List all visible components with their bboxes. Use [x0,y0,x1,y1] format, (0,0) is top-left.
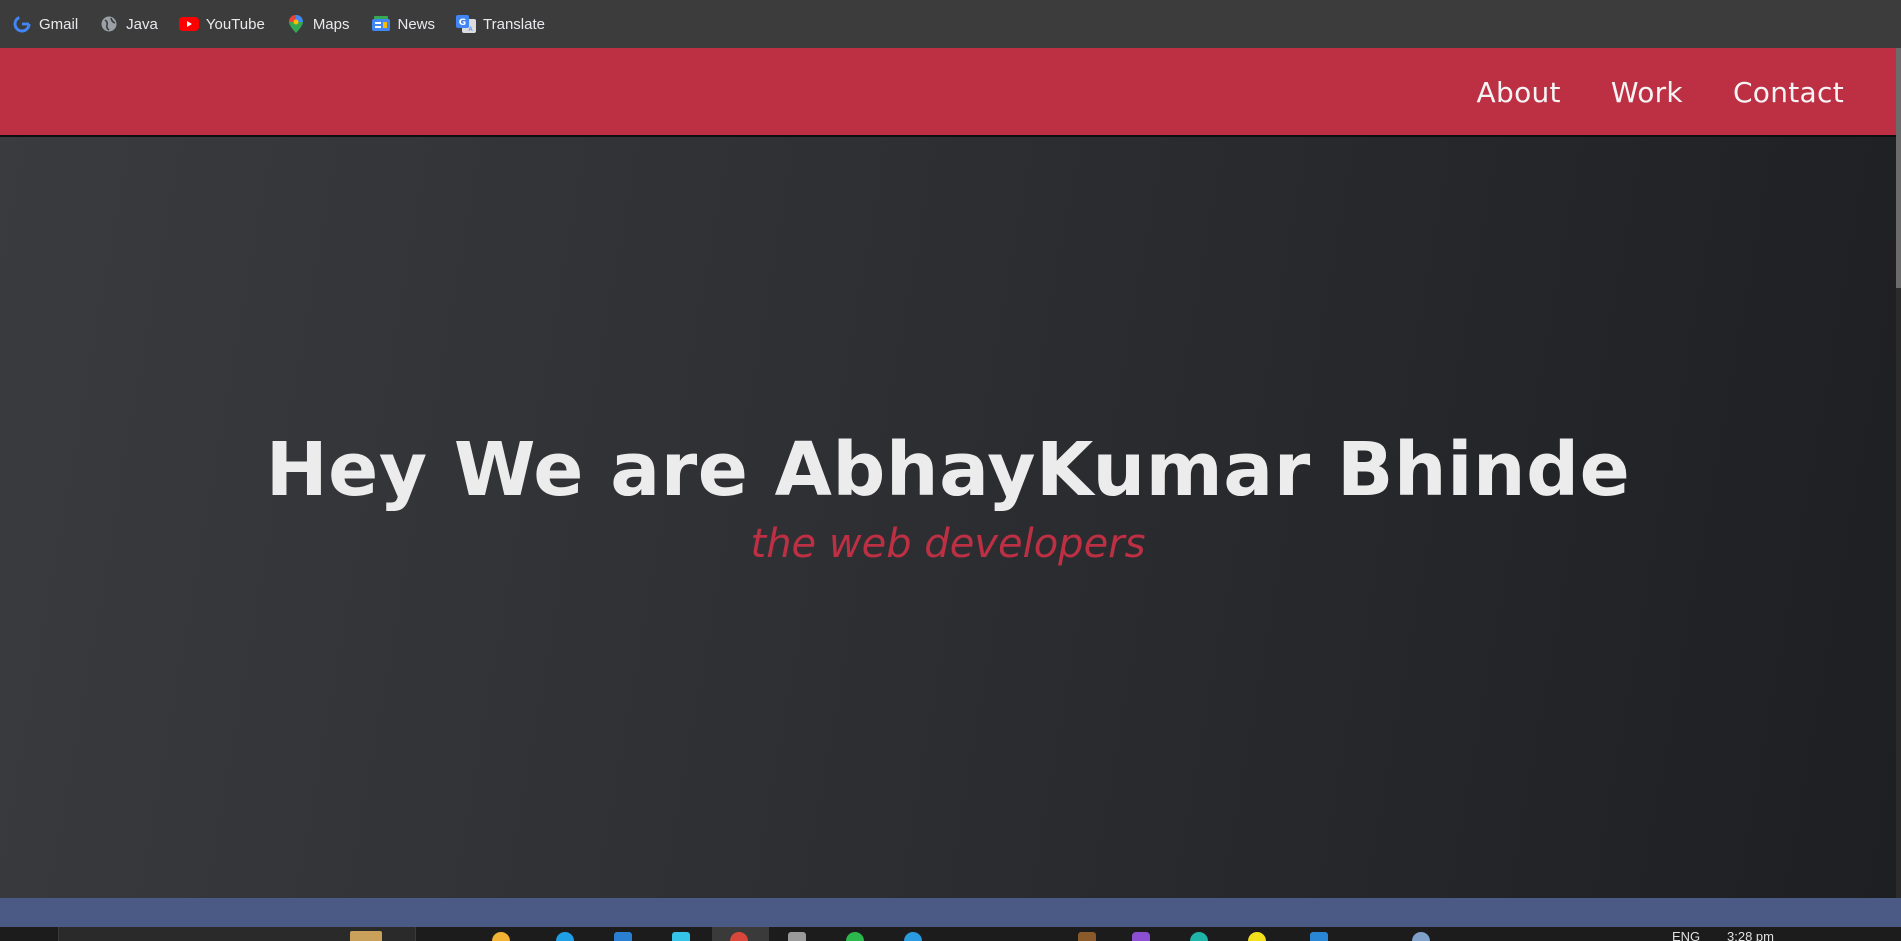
taskbar-clock[interactable]: 3:28 pm [1727,929,1774,941]
nav-link-contact[interactable]: Contact [1733,76,1844,109]
whatsapp-icon[interactable] [846,932,864,941]
bottom-strip [0,898,1901,927]
hero-subtitle: the web developers [750,521,1146,567]
maps-pin-icon [286,14,306,34]
bookmark-maps[interactable]: Maps [286,14,350,34]
bookmark-translate[interactable]: G A Translate [456,14,545,34]
app-teal-icon[interactable] [1190,932,1208,941]
svg-text:G: G [459,18,466,28]
visual-studio-icon[interactable] [1132,932,1150,941]
page-viewport: About Work Contact Hey We are AbhayKumar… [0,48,1901,898]
taskbar-language[interactable]: ENG [1672,929,1700,941]
nav-link-work[interactable]: Work [1611,76,1683,109]
bookmark-label: Maps [312,15,350,33]
bookmark-java[interactable]: Java [99,14,158,34]
translate-icon: G A [456,14,477,34]
bookmark-gmail[interactable]: Gmail [12,14,78,34]
bookmark-label: Java [126,15,158,33]
bookmark-news[interactable]: News [371,14,436,34]
bookmark-label: YouTube [205,15,265,33]
site-navbar: About Work Contact [0,48,1896,137]
folder-icon[interactable] [492,932,510,941]
file-explorer-icon[interactable] [350,931,382,941]
news-icon [371,14,391,34]
hero-section: Hey We are AbhayKumar Bhinde the web dev… [0,137,1896,898]
bookmark-label: News [397,15,436,33]
scrollbar-thumb[interactable] [1896,48,1901,288]
edge-icon[interactable] [556,932,574,941]
telegram-icon[interactable] [904,932,922,941]
app-blue-icon[interactable] [1310,932,1328,941]
nav-links: About Work Contact [1427,48,1844,136]
bookmarks-bar: Gmail Java YouTube Maps News G A Transla… [0,0,1901,48]
app-people-icon[interactable] [1412,932,1430,941]
nav-link-about[interactable]: About [1477,76,1561,109]
taskbar: ENG 3:28 pm [0,927,1901,941]
bookmark-youtube[interactable]: YouTube [178,14,265,34]
app-yellow-icon[interactable] [1248,932,1266,941]
store-icon[interactable] [672,932,690,941]
bookmark-label: Gmail [39,15,79,33]
hero-title: Hey We are AbhayKumar Bhinde [265,427,1631,513]
page-scrollbar[interactable] [1896,48,1901,898]
explorer-window-icon[interactable] [788,932,806,941]
bookmark-label: Translate [483,15,545,33]
vscode-icon[interactable] [614,932,632,941]
youtube-icon [178,14,199,34]
app-icon[interactable] [1078,932,1096,941]
google-g-icon [12,14,32,34]
globe-icon [99,14,119,34]
